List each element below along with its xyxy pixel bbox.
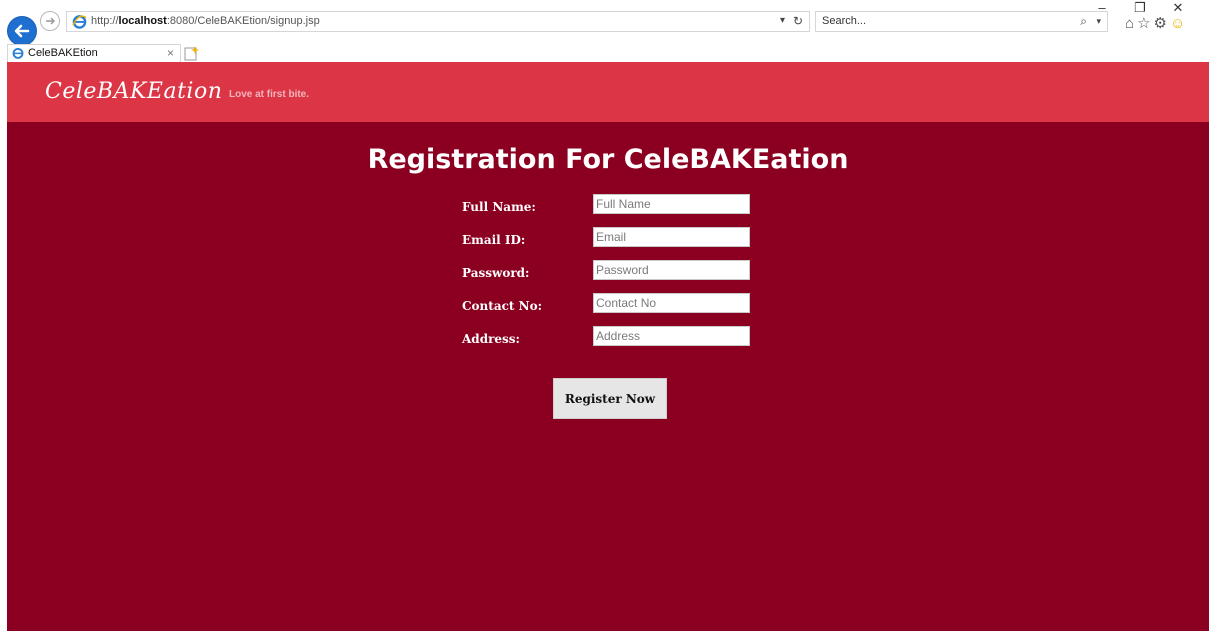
ie-logo-icon [72,15,87,29]
contact-no-label: Contact No: [462,299,543,313]
window-controls: – ❐ ✕ [1083,0,1197,15]
contact-no-input[interactable] [593,293,750,313]
address-dropdown-icon[interactable]: ▾ [780,15,785,26]
email-label: Email ID: [462,233,526,247]
registration-section: Registration For CeleBAKEation Full Name… [7,122,1209,631]
tab-title: CeleBAKEtion [28,47,98,59]
page-title: Registration For CeleBAKEation [367,144,849,175]
browser-tab[interactable]: CeleBAKEtion × [7,44,181,62]
address-input[interactable] [593,326,750,346]
browser-chrome: http://localhost:8080/CeleBAKEtion/signu… [0,0,1209,62]
search-icon[interactable]: ⌕ [1080,14,1087,29]
minimize-button[interactable]: – [1083,0,1121,15]
favorites-star-icon[interactable]: ☆ [1137,15,1153,32]
email-input[interactable] [593,227,750,247]
feedback-smiley-icon[interactable]: ☺ [1170,15,1188,32]
search-placeholder: Search... [822,15,867,27]
password-label: Password: [462,266,530,280]
address-label: Address: [462,332,520,346]
refresh-icon[interactable]: ↻ [793,14,803,28]
site-header: CeleBAKEation Love at first bite. [7,62,1209,122]
back-arrow-icon [14,24,30,38]
address-bar[interactable]: http://localhost:8080/CeleBAKEtion/signu… [66,11,810,32]
back-button[interactable] [8,17,36,45]
forward-button[interactable] [40,11,60,31]
search-box[interactable]: Search... ⌕ ▾ [815,11,1108,32]
password-input[interactable] [593,260,750,280]
brand-logo[interactable]: CeleBAKEation [45,79,222,104]
settings-gear-icon[interactable]: ⚙ [1154,15,1170,32]
full-name-input[interactable] [593,194,750,214]
full-name-label: Full Name: [462,200,536,214]
home-icon[interactable]: ⌂ [1125,15,1137,32]
register-now-button[interactable]: Register Now [553,378,667,419]
tab-close-icon[interactable]: × [167,46,174,60]
forward-arrow-icon [46,17,55,25]
new-tab-icon[interactable] [183,45,199,61]
ie-tab-icon [12,47,24,59]
brand-tagline: Love at first bite. [229,89,310,100]
address-url: http://localhost:8080/CeleBAKEtion/signu… [91,15,320,27]
toolbar-icons: ⌂☆⚙☺ [1125,14,1188,32]
search-dropdown-icon[interactable]: ▾ [1096,16,1101,27]
